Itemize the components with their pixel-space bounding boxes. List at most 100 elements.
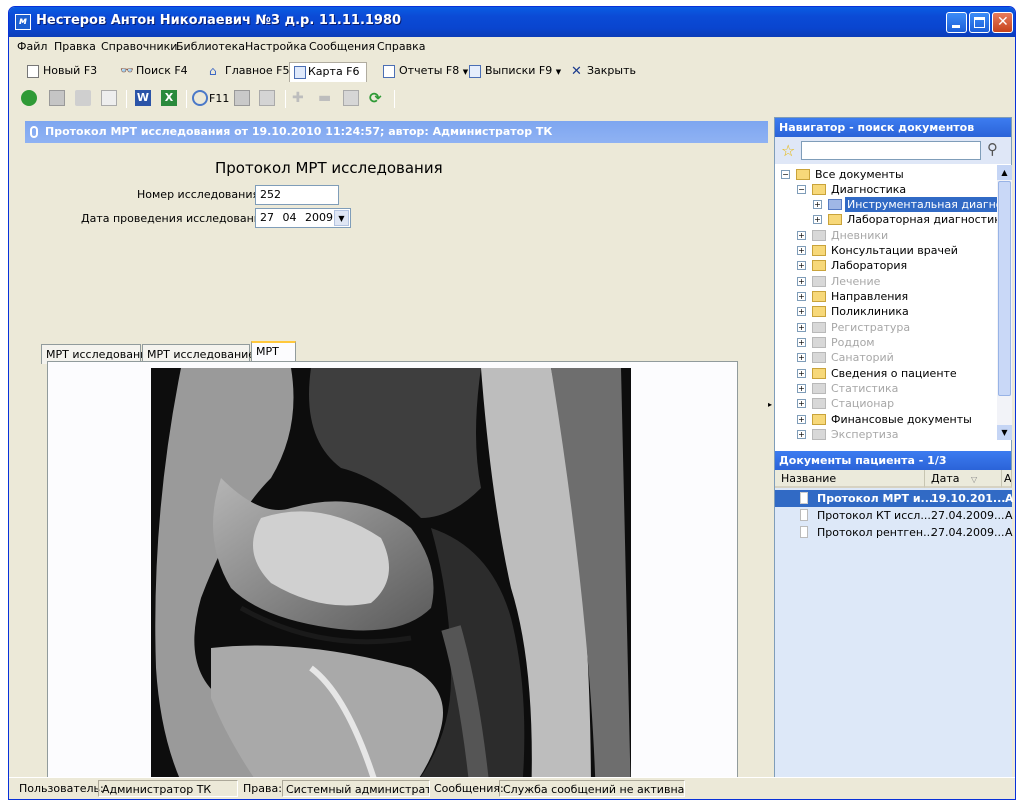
preview-icon[interactable] <box>101 90 117 106</box>
expand-icon[interactable]: + <box>797 369 806 378</box>
date-dropdown-button[interactable]: ▼ <box>334 210 349 226</box>
tree-node-registry[interactable]: + Регистратура <box>775 320 997 335</box>
save-icon[interactable] <box>49 90 65 106</box>
expand-icon[interactable]: + <box>797 384 806 393</box>
expand-icon[interactable]: + <box>797 292 806 301</box>
tree-node-diagnostics[interactable]: − Диагностика <box>775 182 997 197</box>
tree-node-instrumental[interactable]: + Инструментальная диагностика <box>775 197 997 212</box>
menu-file[interactable]: Файл <box>17 40 47 53</box>
column-header-date[interactable]: Дата ▽ <box>925 470 1002 488</box>
expand-icon[interactable]: + <box>797 353 806 362</box>
new-button[interactable]: Новый F3 <box>25 62 97 82</box>
column-header-name[interactable]: Название <box>775 470 925 488</box>
home-button[interactable]: ⌂ Главное F5 <box>207 62 289 82</box>
tree-node-diaries[interactable]: + Дневники <box>775 228 997 243</box>
extracts-button[interactable]: Выписки F9 ▼ <box>467 62 561 82</box>
tree-node-financial[interactable]: + Финансовые документы <box>775 412 997 427</box>
expand-icon[interactable]: + <box>797 399 806 408</box>
edit-icon[interactable] <box>343 90 359 106</box>
title-bar[interactable]: м Нестеров Антон Николаевич №3 д.р. 11.1… <box>9 7 1015 37</box>
f11-label[interactable]: F11 <box>209 92 229 105</box>
tree-scrollbar[interactable]: ▲ ▼ <box>997 165 1012 440</box>
minimize-button[interactable] <box>946 12 967 33</box>
expand-icon[interactable]: + <box>797 277 806 286</box>
maximize-button[interactable] <box>969 12 990 33</box>
card-button[interactable]: Карта F6 <box>289 62 367 82</box>
expand-icon[interactable]: + <box>797 323 806 332</box>
tree-node-treatment[interactable]: + Лечение <box>775 274 997 289</box>
tree-node-statistics[interactable]: + Статистика <box>775 381 997 396</box>
collapse-icon[interactable]: − <box>781 170 790 179</box>
splitter-arrow-icon: ▸ <box>768 400 773 409</box>
maximize-icon <box>974 17 985 28</box>
attach-icon[interactable] <box>192 90 208 106</box>
menu-library[interactable]: Библиотека <box>176 40 245 53</box>
tree-node-maternity[interactable]: + Роддом <box>775 335 997 350</box>
menu-messages[interactable]: Сообщения <box>309 40 375 53</box>
tree-node-referrals[interactable]: + Направления <box>775 289 997 304</box>
tree-node-hospital[interactable]: + Стационар <box>775 396 997 411</box>
date-month[interactable]: 04 <box>283 211 297 224</box>
row-date: 27.04.2009... <box>931 509 1005 522</box>
column-header-author[interactable]: А <box>1002 470 1012 488</box>
expand-icon[interactable]: + <box>797 338 806 347</box>
close-button[interactable]: ✕ Закрыть <box>569 62 636 82</box>
folder-icon <box>812 352 826 363</box>
tree-node-patient-info[interactable]: + Сведения о пациенте <box>775 366 997 381</box>
menu-directories[interactable]: Справочники <box>101 40 177 53</box>
tree-node-sanatorium[interactable]: + Санаторий <box>775 350 997 365</box>
date-day[interactable]: 27 <box>260 211 274 224</box>
clipboard-icon[interactable] <box>259 90 275 106</box>
menu-edit[interactable]: Правка <box>54 40 96 53</box>
menu-settings[interactable]: Настройка <box>245 40 307 53</box>
minus-icon[interactable]: ▬ <box>318 90 334 106</box>
word-icon[interactable]: W <box>135 90 151 106</box>
tree-node-laboratory[interactable]: + Лаборатория <box>775 258 997 273</box>
search-button[interactable]: 👓 Поиск F4 <box>118 62 188 82</box>
dropdown-arrow-icon: ▼ <box>555 68 562 76</box>
table-row[interactable]: Протокол КТ иссл... 27.04.2009... А <box>775 507 1013 524</box>
date-picker[interactable]: 27 04 2009 ▼ <box>255 208 351 228</box>
tree-node-expertise[interactable]: + Экспертиза <box>775 427 997 440</box>
row-author: А <box>1005 492 1014 505</box>
scroll-thumb[interactable] <box>998 181 1011 396</box>
date-year[interactable]: 2009 <box>305 211 333 224</box>
tree-node-polyclinic[interactable]: + Поликлиника <box>775 304 997 319</box>
plus-icon[interactable]: ✚ <box>292 90 308 106</box>
patient-docs-title: Документы пациента - 1/3 <box>775 451 1011 470</box>
star-icon[interactable]: ☆ <box>781 141 795 160</box>
folder-icon[interactable] <box>234 90 250 106</box>
search-icon[interactable]: ⚲ <box>987 140 998 158</box>
main-window: м Нестеров Антон Николаевич №3 д.р. 11.1… <box>8 6 1016 800</box>
navigator-search-input[interactable] <box>801 141 981 160</box>
excel-icon[interactable]: X <box>161 90 177 106</box>
table-row[interactable]: Протокол рентген... 27.04.2009... А <box>775 524 1013 541</box>
folder-icon <box>828 199 842 210</box>
back-green-icon[interactable] <box>21 90 37 106</box>
scroll-up-icon[interactable]: ▲ <box>997 165 1012 180</box>
collapse-icon[interactable]: − <box>797 185 806 194</box>
separator <box>126 90 127 108</box>
table-row[interactable]: Протокол МРТ и... 19.10.201... А <box>775 490 1014 507</box>
reports-button[interactable]: Отчеты F8 ▼ <box>381 62 468 82</box>
close-window-button[interactable]: ✕ <box>992 12 1013 33</box>
menu-bar: Файл Правка Справочники Библиотека Настр… <box>9 38 1015 56</box>
navigator-search-bar: ☆ ⚲ <box>775 137 1011 164</box>
tree-node-lab-diagnostics[interactable]: + Лабораторная диагностика <box>775 212 997 227</box>
tree-node-all-docs[interactable]: − Все документы <box>775 167 997 182</box>
expand-icon[interactable]: + <box>797 430 806 439</box>
scroll-down-icon[interactable]: ▼ <box>997 425 1012 440</box>
expand-icon[interactable]: + <box>813 215 822 224</box>
expand-icon[interactable]: + <box>797 415 806 424</box>
number-input[interactable]: 252 <box>255 185 339 205</box>
tree-node-consultations[interactable]: + Консультации врачей <box>775 243 997 258</box>
expand-icon[interactable]: + <box>797 231 806 240</box>
menu-help[interactable]: Справка <box>377 40 425 53</box>
refresh-icon[interactable]: ⟳ <box>369 90 385 106</box>
folder-icon <box>796 169 810 180</box>
expand-icon[interactable]: + <box>797 246 806 255</box>
expand-icon[interactable]: + <box>797 307 806 316</box>
expand-icon[interactable]: + <box>813 200 822 209</box>
print-icon[interactable] <box>75 90 91 106</box>
expand-icon[interactable]: + <box>797 261 806 270</box>
